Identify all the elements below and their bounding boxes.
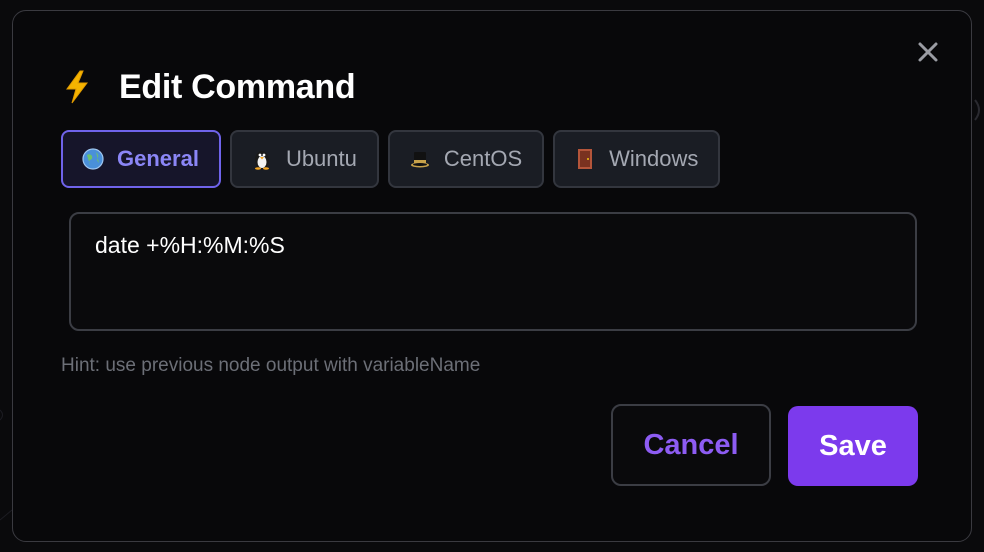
dialog-header: Edit Command xyxy=(63,67,356,107)
globe-icon xyxy=(81,147,105,171)
edit-command-dialog: Edit Command General Ubuntu CentOS Windo… xyxy=(12,10,972,542)
close-button[interactable] xyxy=(913,39,943,69)
centos-hat-icon xyxy=(408,147,432,171)
penguin-icon xyxy=(250,147,274,171)
lightning-bolt-icon xyxy=(63,69,95,105)
os-tabs: General Ubuntu CentOS Windows xyxy=(61,130,721,188)
tab-label: CentOS xyxy=(443,146,523,171)
dialog-title: Edit Command xyxy=(119,67,356,106)
tab-ubuntu[interactable]: Ubuntu xyxy=(229,130,379,188)
tab-label: Windows xyxy=(609,146,699,171)
close-icon xyxy=(917,41,939,68)
hint-text: Hint: use previous node output with vari… xyxy=(61,355,481,376)
cancel-button[interactable]: Cancel xyxy=(611,404,771,486)
tab-label: Ubuntu xyxy=(285,146,357,171)
windows-door-icon xyxy=(573,147,597,171)
command-input[interactable]: date +%H:%M:%S xyxy=(69,212,917,331)
tab-centos[interactable]: CentOS xyxy=(387,130,545,188)
tab-label: General xyxy=(117,146,199,171)
save-button[interactable]: Save xyxy=(788,406,918,486)
tab-windows[interactable]: Windows xyxy=(553,130,721,188)
tab-general[interactable]: General xyxy=(61,130,221,188)
